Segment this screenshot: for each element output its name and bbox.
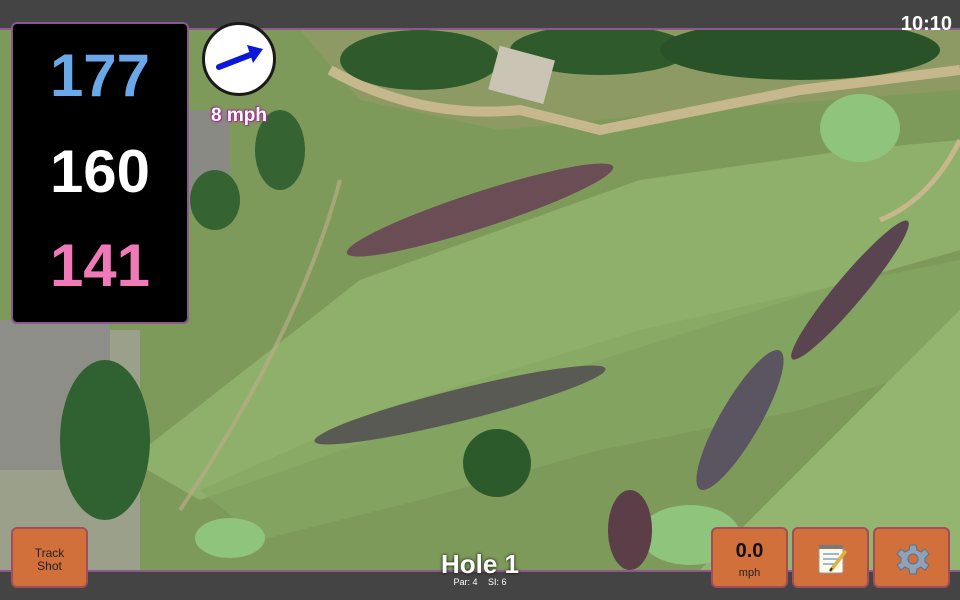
speed-value: 0.0 bbox=[735, 540, 764, 562]
middle-yardage: 160 bbox=[49, 138, 151, 205]
hole-info: Par: 4 SI: 6 bbox=[380, 578, 580, 587]
hole-par: Par: 4 bbox=[453, 577, 478, 587]
yardage-panel: 177 160 141 bbox=[11, 22, 189, 324]
wind-speed-label: 8 mph bbox=[211, 105, 267, 126]
speed-button[interactable]: 0.0 mph bbox=[711, 527, 788, 588]
back-yardage: 177 bbox=[49, 42, 151, 109]
track-shot-label-line2: Shot bbox=[37, 559, 62, 573]
front-yardage: 141 bbox=[49, 232, 151, 299]
hole-stroke-index: SI: 6 bbox=[488, 577, 507, 587]
wind-direction-indicator bbox=[202, 22, 276, 96]
notepad-icon bbox=[818, 545, 847, 574]
hole-title: Hole 1 bbox=[440, 549, 520, 579]
wind-direction-arrow-icon bbox=[216, 45, 263, 70]
speed-unit: mph bbox=[738, 567, 761, 579]
settings-button[interactable] bbox=[873, 527, 950, 588]
notes-button[interactable] bbox=[792, 527, 869, 588]
track-shot-button[interactable]: Track Shot bbox=[11, 527, 88, 588]
gear-icon bbox=[896, 544, 930, 575]
